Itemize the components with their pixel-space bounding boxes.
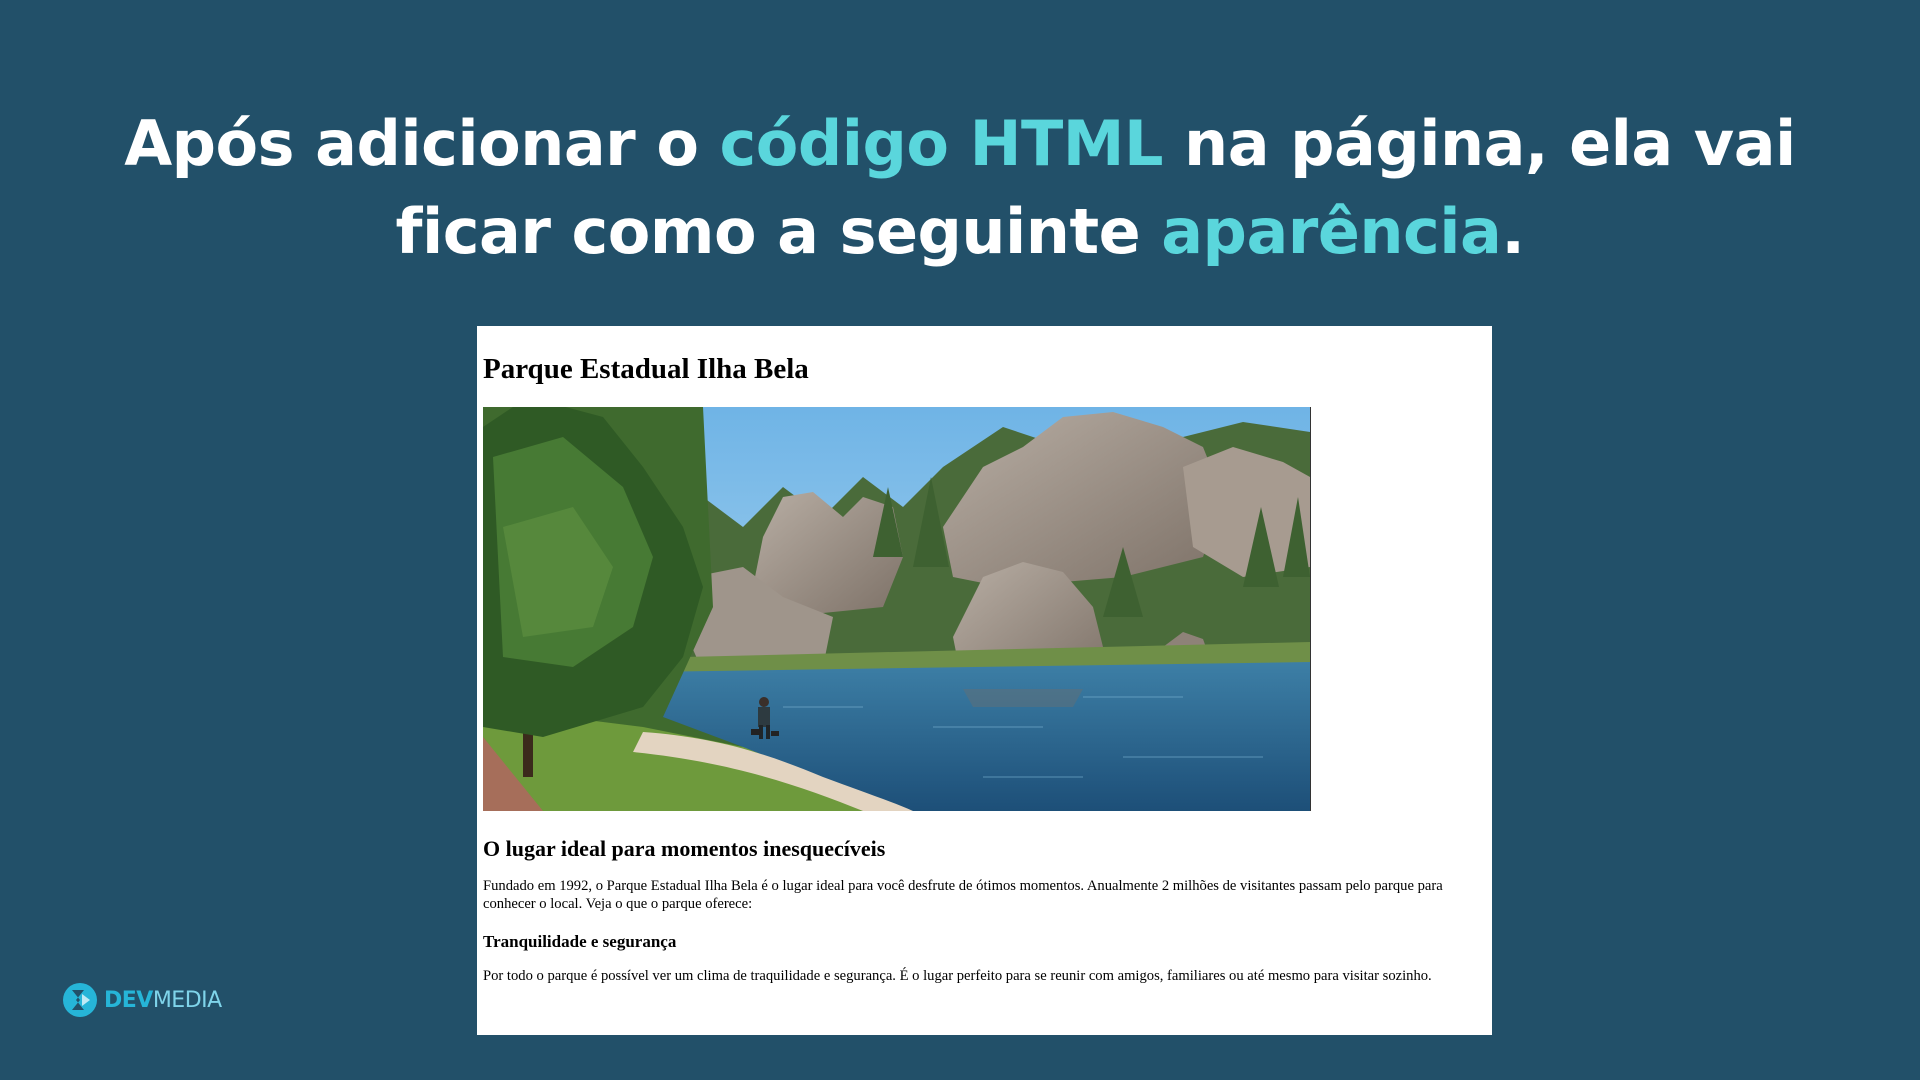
slide-headline: Após adicionar o código HTML na página, … <box>0 100 1920 276</box>
page-preview: Parque Estadual Ilha Bela O lugar ideal … <box>477 326 1492 1035</box>
park-photo <box>483 407 1311 811</box>
headline-accent: aparência <box>1161 195 1502 268</box>
preview-paragraph: Fundado em 1992, o Parque Estadual Ilha … <box>483 878 1443 912</box>
headline-accent: código HTML <box>719 107 1164 180</box>
preview-section-title: Tranquilidade e segurança <box>483 932 677 951</box>
headline-text: na página, ela vai <box>1162 107 1796 180</box>
logo-text-light: MEDIA <box>152 987 222 1013</box>
preview-title: Parque Estadual Ilha Bela <box>483 353 809 385</box>
logo-text-bold: DEV <box>104 987 153 1013</box>
preview-paragraph: Por todo o parque é possível ver um clim… <box>483 968 1432 984</box>
devmedia-logo-text: DEVMEDIA <box>104 988 222 1013</box>
headline-text: . <box>1501 195 1525 268</box>
devmedia-logo: DEVMEDIA <box>62 981 222 1019</box>
headline-text: Após adicionar o <box>124 107 720 180</box>
preview-subtitle: O lugar ideal para momentos inesquecívei… <box>483 836 886 861</box>
devmedia-logo-icon <box>63 983 97 1017</box>
headline-text: ficar como a seguinte <box>395 195 1162 268</box>
